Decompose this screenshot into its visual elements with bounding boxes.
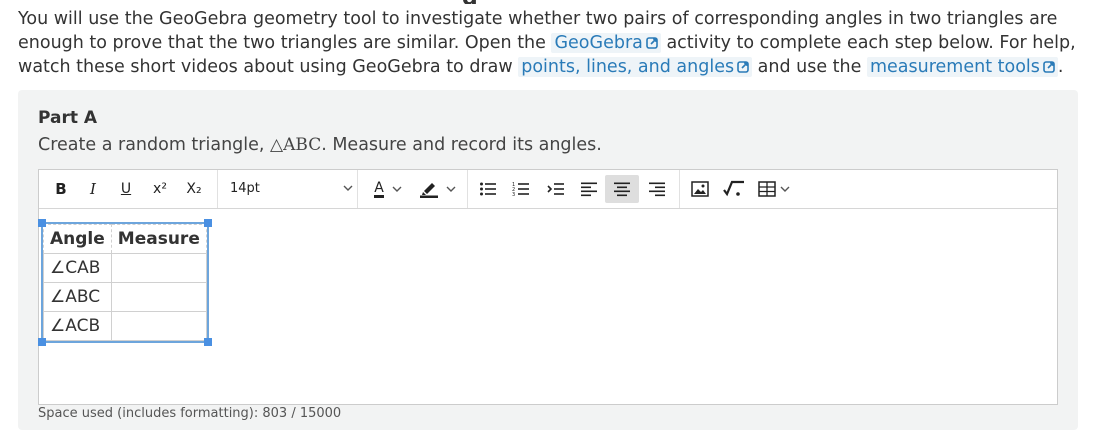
table-row: ∠ABC (43, 282, 207, 312)
prompt-text-1: Create a random triangle, (38, 135, 271, 155)
part-a-card: Part A Create a random triangle, △ABC. M… (18, 90, 1078, 430)
font-color-button[interactable]: A (367, 178, 409, 200)
bullet-list-button[interactable] (477, 178, 499, 200)
selected-table[interactable]: Angle Measure ∠CAB ∠ABC ∠ACB (38, 219, 212, 346)
font-size-value: 14pt (230, 181, 260, 196)
resize-handle-top-right[interactable] (203, 219, 212, 227)
numbered-list-icon: 123 (512, 182, 529, 197)
toolbar-divider (679, 170, 680, 208)
align-center-icon (614, 182, 630, 197)
align-center-button[interactable] (605, 175, 639, 203)
part-prompt: Create a random triangle, △ABC. Measure … (38, 135, 602, 155)
tools-link-label: measurement tools (869, 57, 1040, 77)
indent-icon (547, 183, 564, 195)
image-icon (691, 181, 709, 197)
points-link-label: points, lines, and angles (521, 57, 735, 77)
table-header-row: Angle Measure (43, 224, 207, 254)
table-row: ∠ACB (43, 311, 207, 341)
numbered-list-button[interactable]: 123 (510, 178, 532, 200)
angle-cell[interactable]: ∠ACB (43, 311, 112, 341)
toolbar-divider (467, 170, 468, 208)
subscript-button[interactable]: X₂ (181, 178, 207, 200)
triangle-label: △ABC (270, 135, 322, 155)
superscript-button[interactable]: x² (147, 178, 173, 200)
angle-measure-table[interactable]: Angle Measure ∠CAB ∠ABC ∠ACB (43, 224, 207, 341)
align-right-icon (649, 182, 665, 197)
underline-button[interactable]: U (116, 178, 136, 200)
angle-cell[interactable]: ∠CAB (43, 253, 112, 283)
intro-text-3: and use the (752, 57, 867, 77)
equation-icon (723, 180, 744, 197)
svg-text:3: 3 (512, 192, 515, 197)
external-link-icon (1043, 61, 1055, 73)
external-link-icon (646, 37, 658, 49)
resize-handle-bottom-left[interactable] (38, 338, 46, 346)
external-link-icon (737, 61, 749, 73)
highlight-color-button[interactable] (414, 178, 460, 200)
chevron-down-icon (446, 186, 456, 192)
toolbar-divider (217, 170, 218, 208)
insert-image-button[interactable] (689, 178, 711, 200)
italic-button[interactable]: I (83, 178, 103, 200)
editor-toolbar: B I U x² X₂ 14pt A 123 (39, 170, 1057, 209)
font-size-select[interactable]: 14pt (221, 178, 353, 200)
resize-handle-bottom-right[interactable] (203, 338, 212, 346)
intro-paragraph: You will use the GeoGebra geometry tool … (18, 7, 1088, 79)
table-row: ∠CAB (43, 253, 207, 283)
bullet-list-icon (480, 182, 496, 196)
chevron-down-icon (343, 185, 353, 191)
chevron-down-icon (780, 186, 790, 192)
align-left-icon (581, 182, 597, 197)
geogebra-link[interactable]: GeoGebra (551, 33, 661, 53)
font-color-letter: A (374, 179, 384, 198)
heading-partial: g (462, 0, 478, 4)
angle-cell[interactable]: ∠ABC (43, 282, 112, 312)
part-title: Part A (38, 108, 98, 128)
chevron-down-icon (392, 186, 402, 192)
insert-table-button[interactable] (755, 178, 793, 200)
measure-cell[interactable] (110, 282, 207, 312)
header-measure: Measure (110, 224, 207, 254)
align-left-button[interactable] (578, 178, 600, 200)
measure-cell[interactable] (110, 311, 207, 341)
align-right-button[interactable] (646, 178, 668, 200)
points-lines-angles-link[interactable]: points, lines, and angles (518, 57, 753, 77)
editor-content[interactable]: Angle Measure ∠CAB ∠ABC ∠ACB (38, 209, 1057, 405)
measure-cell[interactable] (110, 253, 207, 283)
indent-button[interactable] (545, 178, 567, 200)
geogebra-link-label: GeoGebra (554, 33, 643, 53)
insert-equation-button[interactable] (721, 178, 747, 200)
rich-text-editor[interactable]: B I U x² X₂ 14pt A 123 Angle Measure ∠CA… (38, 169, 1058, 405)
table-icon (758, 181, 776, 197)
header-angle: Angle (43, 224, 112, 254)
resize-handle-top-left[interactable] (38, 219, 46, 227)
prompt-text-2: . Measure and record its angles. (321, 135, 602, 155)
bold-button[interactable]: B (51, 178, 71, 200)
intro-text-end: . (1057, 57, 1064, 77)
measurement-tools-link[interactable]: measurement tools (866, 57, 1058, 77)
space-used-counter: Space used (includes formatting): 803 / … (38, 406, 342, 421)
highlighter-icon (420, 183, 438, 198)
toolbar-divider (357, 170, 358, 208)
